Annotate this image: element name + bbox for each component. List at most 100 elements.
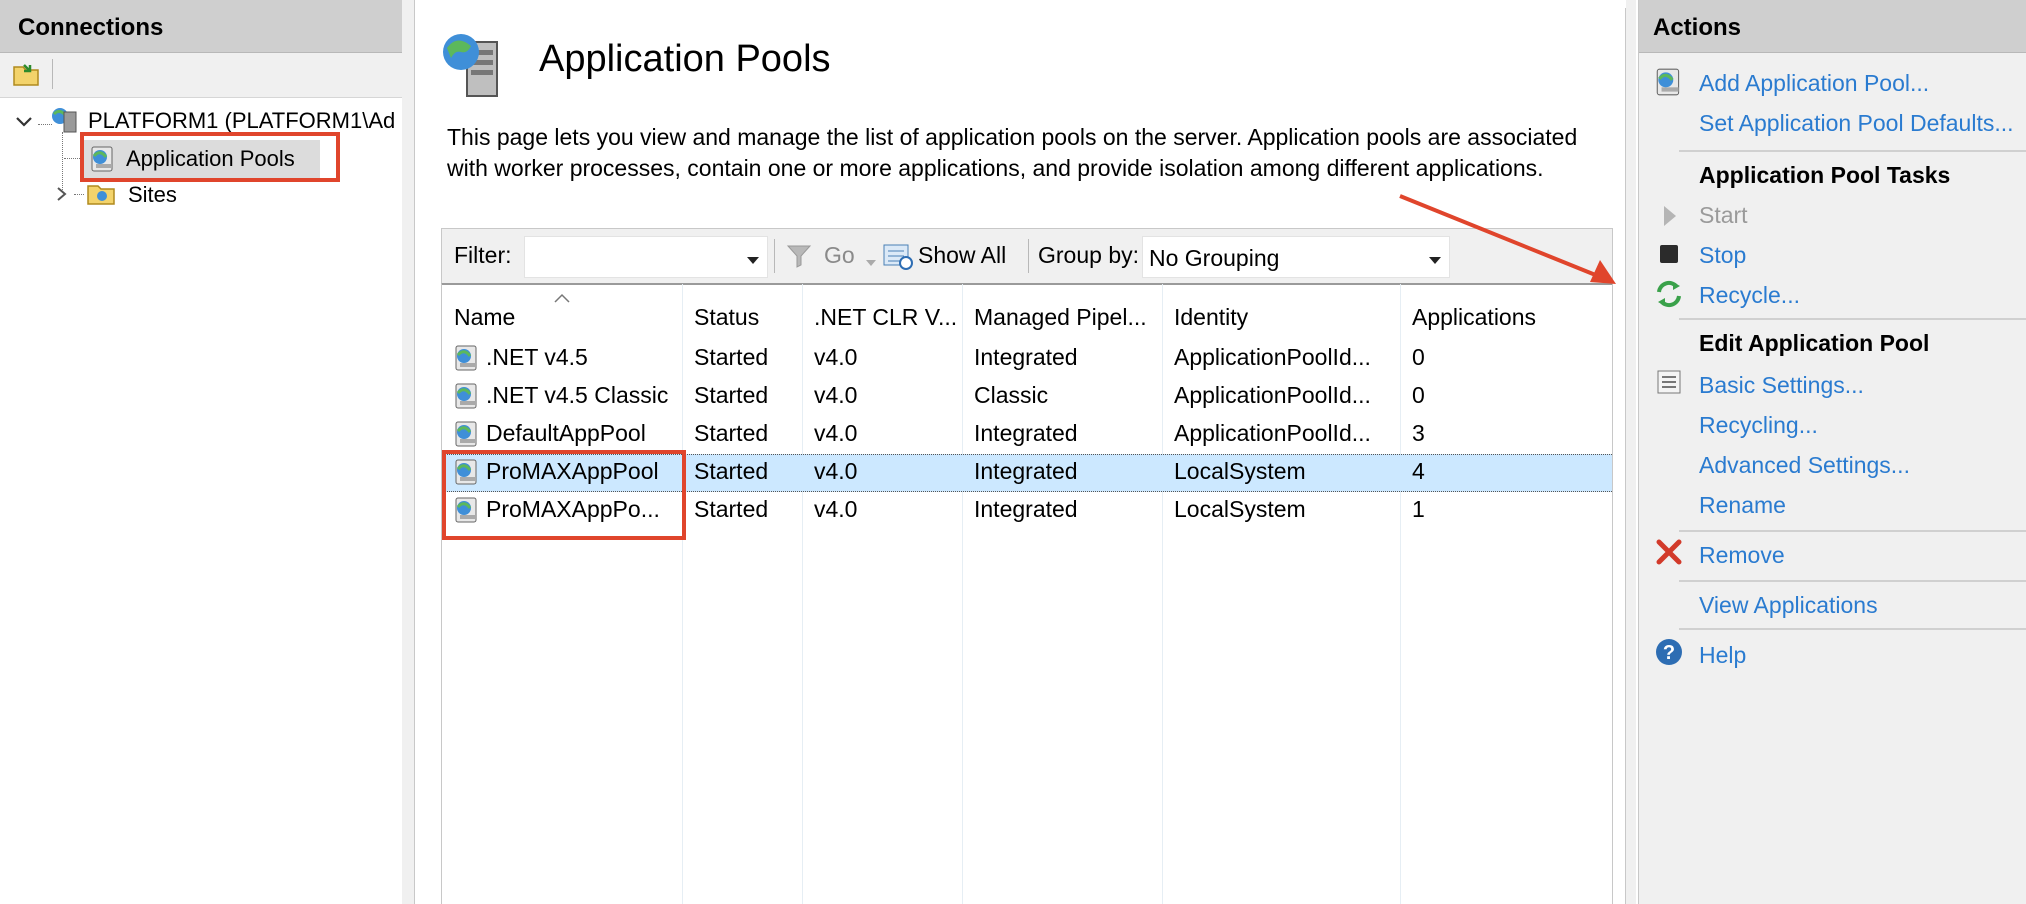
new-connection-icon[interactable]	[12, 61, 40, 87]
actions-separator	[1679, 530, 2026, 532]
actions-separator	[1679, 318, 2026, 320]
svg-text:?: ?	[1663, 642, 1675, 664]
cell-clr: v4.0	[814, 382, 858, 408]
column-divider	[802, 284, 803, 904]
recycling-link[interactable]: Recycling...	[1699, 412, 1818, 439]
cell-clr: v4.0	[814, 496, 858, 522]
main-pane: Application Pools This page lets you vie…	[414, 8, 1626, 904]
cell-applications: 0	[1412, 344, 1425, 370]
main-splitter[interactable]	[1626, 0, 1636, 904]
filter-label: Filter:	[454, 242, 512, 268]
annotation-box-promax-pools	[442, 450, 686, 540]
cell-status: Started	[694, 420, 769, 446]
stop-icon	[1653, 238, 1685, 270]
column-header-clr[interactable]: .NET CLR V...	[814, 304, 957, 331]
app-pools-table: Name Status .NET CLR V... Managed Pipel.…	[441, 284, 1613, 904]
table-row[interactable]: .NET v4.5 Classic Started v4.0 Classic A…	[442, 378, 1612, 414]
set-pool-defaults-link[interactable]: Set Application Pool Defaults...	[1699, 110, 2014, 137]
view-applications-link[interactable]: View Applications	[1699, 592, 1878, 619]
add-app-pool-icon	[1653, 66, 1685, 98]
actions-separator	[1679, 150, 2026, 152]
start-play-icon	[1653, 200, 1685, 232]
column-divider	[682, 284, 683, 904]
tree-connector	[62, 132, 63, 192]
tree-connector	[74, 194, 84, 195]
cell-pipeline: Integrated	[974, 344, 1078, 370]
remove-link[interactable]: Remove	[1699, 542, 1785, 569]
funnel-icon	[786, 243, 812, 274]
toolbar-separator	[52, 59, 53, 89]
cell-status: Started	[694, 344, 769, 370]
toolbar-separator	[774, 239, 775, 273]
sites-folder-icon	[86, 180, 116, 211]
expand-chevron-icon[interactable]	[14, 114, 34, 135]
cell-clr: v4.0	[814, 420, 858, 446]
table-row[interactable]: DefaultAppPool Started v4.0 Integrated A…	[442, 416, 1612, 452]
cell-identity: ApplicationPoolId...	[1174, 382, 1371, 408]
cell-name: DefaultAppPool	[486, 420, 646, 446]
cell-applications: 0	[1412, 382, 1425, 408]
cell-pipeline: Integrated	[974, 420, 1078, 446]
connections-title: Connections	[18, 14, 164, 41]
cell-name: .NET v4.5	[486, 344, 588, 370]
dropdown-arrow-icon[interactable]	[747, 252, 759, 270]
tree-item-sites[interactable]: Sites	[128, 182, 177, 208]
group-by-value: No Grouping	[1149, 245, 1280, 271]
actions-pane: Actions Add Application Pool... Set Appl…	[1638, 0, 2026, 904]
pool-tasks-heading: Application Pool Tasks	[1699, 162, 1951, 188]
recycle-link[interactable]: Recycle...	[1699, 282, 1800, 309]
connections-toolbar	[0, 53, 402, 98]
cell-applications: 3	[1412, 420, 1425, 446]
app-pool-icon	[452, 419, 482, 454]
column-divider	[1400, 284, 1401, 904]
collapse-chevron-icon[interactable]	[54, 184, 68, 209]
page-title: Application Pools	[539, 38, 831, 80]
column-header-identity[interactable]: Identity	[1174, 304, 1248, 331]
recycle-icon	[1653, 278, 1685, 310]
actions-separator	[1679, 580, 2026, 582]
cell-status: Started	[694, 458, 769, 484]
cell-identity: ApplicationPoolId...	[1174, 420, 1371, 446]
basic-settings-link[interactable]: Basic Settings...	[1699, 372, 1864, 399]
go-dropdown-arrow-icon[interactable]	[866, 254, 876, 272]
cell-status: Started	[694, 382, 769, 408]
go-button[interactable]: Go	[824, 242, 855, 269]
start-link[interactable]: Start	[1699, 202, 1748, 229]
app-pool-icon	[452, 343, 482, 378]
rename-link[interactable]: Rename	[1699, 492, 1786, 519]
column-divider	[962, 284, 963, 904]
cell-pipeline: Integrated	[974, 496, 1078, 522]
connections-pane: Connections PLATFORM1 (PLATFORM1\Ad Appl…	[0, 0, 403, 904]
help-link[interactable]: Help	[1699, 642, 1746, 669]
connections-header: Connections	[0, 0, 402, 53]
app-pools-header-icon	[439, 30, 513, 105]
annotation-box-app-pools	[80, 132, 340, 182]
advanced-settings-link[interactable]: Advanced Settings...	[1699, 452, 1910, 479]
cell-identity: ApplicationPoolId...	[1174, 344, 1371, 370]
page-description: This page lets you view and manage the l…	[447, 124, 1578, 181]
table-row[interactable]: .NET v4.5 Started v4.0 Integrated Applic…	[442, 340, 1612, 376]
show-all-button[interactable]: Show All	[918, 242, 1006, 269]
remove-x-icon	[1653, 536, 1685, 568]
toolbar-separator	[1028, 239, 1029, 273]
cell-identity: LocalSystem	[1174, 458, 1306, 484]
actions-header: Actions	[1639, 0, 2026, 53]
help-icon: ?	[1653, 636, 1685, 668]
cell-identity: LocalSystem	[1174, 496, 1306, 522]
filter-input[interactable]	[524, 236, 768, 278]
add-application-pool-link[interactable]: Add Application Pool...	[1699, 70, 1929, 97]
column-header-pipeline[interactable]: Managed Pipel...	[974, 304, 1147, 331]
basic-settings-icon	[1653, 366, 1685, 398]
stop-link[interactable]: Stop	[1699, 242, 1746, 269]
annotation-arrow	[1399, 194, 1616, 284]
show-all-icon	[882, 241, 914, 276]
cell-applications: 4	[1412, 458, 1425, 484]
column-header-name[interactable]: Name	[454, 304, 515, 331]
actions-separator	[1679, 628, 2026, 630]
column-header-status[interactable]: Status	[694, 304, 759, 331]
group-by-label: Group by:	[1038, 242, 1139, 268]
tree-item-server[interactable]: PLATFORM1 (PLATFORM1\Ad	[88, 108, 395, 134]
actions-title: Actions	[1653, 14, 1742, 41]
cell-clr: v4.0	[814, 344, 858, 370]
column-header-applications[interactable]: Applications	[1412, 304, 1536, 331]
